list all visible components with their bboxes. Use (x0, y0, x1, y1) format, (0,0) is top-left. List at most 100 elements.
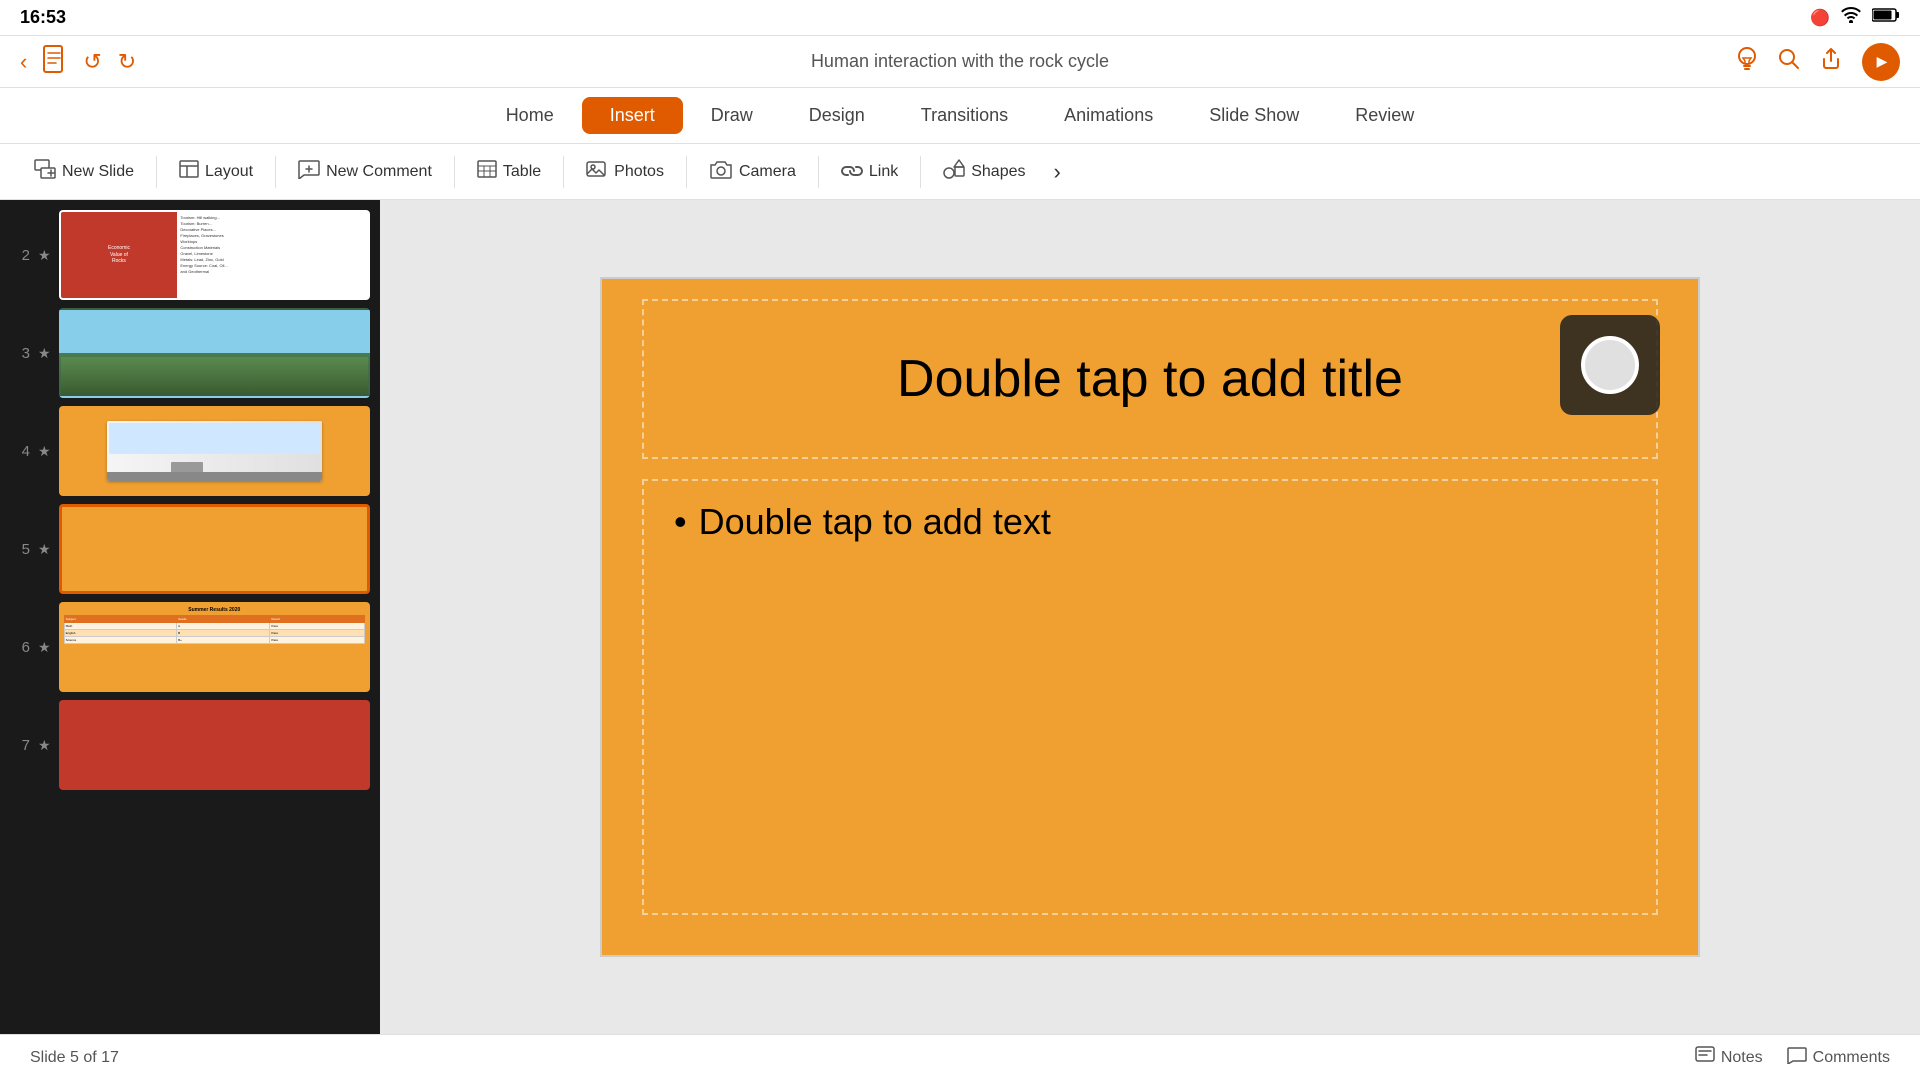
slide-number-2: 2 (10, 247, 30, 264)
slide-star-5: ★ (38, 541, 51, 558)
toolbar: New Slide Layout New Comment Table Photo… (0, 144, 1920, 200)
new-comment-label: New Comment (326, 163, 432, 181)
comments-icon (1787, 1046, 1807, 1069)
slide-star-4: ★ (38, 443, 51, 460)
status-icons: 🔴 (1810, 7, 1900, 28)
bullet-icon: • (674, 501, 687, 543)
bulb-icon[interactable] (1736, 46, 1758, 78)
new-slide-label: New Slide (62, 163, 134, 181)
separator-7 (920, 156, 921, 188)
slide-star-7: ★ (38, 737, 51, 754)
tab-navigation: Home Insert Draw Design Transitions Anim… (0, 88, 1920, 144)
slide-thumb-7[interactable] (59, 700, 370, 790)
slide-number-4: 4 (10, 443, 30, 460)
table-icon (477, 160, 497, 184)
tab-review[interactable]: Review (1327, 97, 1442, 134)
play-button[interactable] (1862, 43, 1900, 81)
slide-title-placeholder: Double tap to add title (897, 349, 1403, 409)
slide-count: Slide 5 of 17 (30, 1049, 119, 1067)
title-bar-right (1736, 43, 1900, 81)
bottom-bar: Slide 5 of 17 Notes Comments (0, 1034, 1920, 1080)
slide-thumb-4[interactable] (59, 406, 370, 496)
share-icon[interactable] (1820, 48, 1842, 76)
status-time: 16:53 (20, 7, 66, 28)
shapes-label: Shapes (971, 163, 1025, 181)
tab-animations[interactable]: Animations (1036, 97, 1181, 134)
slide-thumb-2[interactable]: EconomicValue ofRocks Tourism: Hill walk… (59, 210, 370, 300)
link-button[interactable]: Link (827, 154, 912, 189)
notes-icon (1695, 1046, 1715, 1069)
more-button[interactable]: › (1043, 153, 1070, 191)
comments-button[interactable]: Comments (1787, 1046, 1890, 1069)
undo-icon[interactable]: ↺ (83, 49, 101, 75)
tab-transitions[interactable]: Transitions (893, 97, 1036, 134)
shapes-button[interactable]: Shapes (929, 153, 1039, 191)
tab-draw[interactable]: Draw (683, 97, 781, 134)
photos-icon (586, 159, 608, 185)
slide-content-placeholder: Double tap to add text (699, 501, 1051, 543)
slide-item-5[interactable]: 5 ★ (10, 504, 370, 594)
separator-5 (686, 156, 687, 188)
canvas-area: Double tap to add title • Double tap to … (380, 200, 1920, 1034)
notes-button[interactable]: Notes (1695, 1046, 1763, 1069)
slide-star-3: ★ (38, 345, 51, 362)
photos-label: Photos (614, 163, 664, 181)
title-bar: ‹ ↺ ↻ Human interaction with the rock cy… (0, 36, 1920, 88)
slide-star-6: ★ (38, 639, 51, 656)
battery-icon (1872, 7, 1900, 28)
comments-label: Comments (1813, 1049, 1890, 1067)
tab-design[interactable]: Design (781, 97, 893, 134)
bottom-actions: Notes Comments (1695, 1046, 1890, 1069)
slide-star-2: ★ (38, 247, 51, 264)
table-button[interactable]: Table (463, 154, 555, 190)
link-icon (841, 160, 863, 183)
tab-insert[interactable]: Insert (582, 97, 683, 134)
separator-1 (156, 156, 157, 188)
record-icon: 🔴 (1810, 8, 1830, 28)
title-bar-title: Human interaction with the rock cycle (811, 51, 1109, 72)
slide-item-4[interactable]: 4 ★ (10, 406, 370, 496)
shapes-icon (943, 159, 965, 185)
separator-2 (275, 156, 276, 188)
back-icon[interactable]: ‹ (20, 49, 27, 75)
slide-number-3: 3 (10, 345, 30, 362)
camera-icon (709, 159, 733, 185)
file-icon[interactable] (43, 45, 67, 79)
table-label: Table (503, 163, 541, 181)
camera-button[interactable]: Camera (695, 153, 810, 191)
slide-content-box[interactable]: • Double tap to add text (642, 479, 1658, 915)
layout-button[interactable]: Layout (165, 154, 267, 190)
search-icon[interactable] (1778, 48, 1800, 76)
slide-item-7[interactable]: 7 ★ (10, 700, 370, 790)
separator-4 (563, 156, 564, 188)
new-slide-button[interactable]: New Slide (20, 153, 148, 191)
layout-label: Layout (205, 163, 253, 181)
separator-6 (818, 156, 819, 188)
separator-3 (454, 156, 455, 188)
redo-icon[interactable]: ↻ (118, 49, 136, 75)
slide-number-5: 5 (10, 541, 30, 558)
slide-thumb-5[interactable] (59, 504, 370, 594)
status-bar: 16:53 🔴 (0, 0, 1920, 36)
new-comment-icon (298, 159, 320, 185)
slide-panel: 2 ★ EconomicValue ofRocks Tourism: Hill … (0, 200, 380, 1034)
tab-home[interactable]: Home (478, 97, 582, 134)
notes-label: Notes (1721, 1049, 1763, 1067)
slide-thumb-3[interactable] (59, 308, 370, 398)
photos-button[interactable]: Photos (572, 153, 678, 191)
slide-canvas[interactable]: Double tap to add title • Double tap to … (600, 277, 1700, 957)
main-area: 2 ★ EconomicValue ofRocks Tourism: Hill … (0, 200, 1920, 1034)
slide-title-box[interactable]: Double tap to add title (642, 299, 1658, 459)
wifi-icon (1840, 7, 1862, 28)
camera-feed (1581, 336, 1639, 394)
new-comment-button[interactable]: New Comment (284, 153, 446, 191)
layout-icon (179, 160, 199, 184)
slide-thumb-6[interactable]: Summer Results 2020 Subject Grade Result… (59, 602, 370, 692)
slide-item-6[interactable]: 6 ★ Summer Results 2020 Subject Grade Re… (10, 602, 370, 692)
title-bar-left: ‹ ↺ ↻ (20, 45, 136, 79)
slide-item-2[interactable]: 2 ★ EconomicValue ofRocks Tourism: Hill … (10, 210, 370, 300)
tab-slideshow[interactable]: Slide Show (1181, 97, 1327, 134)
slide-number-6: 6 (10, 639, 30, 656)
slide-item-3[interactable]: 3 ★ (10, 308, 370, 398)
camera-label: Camera (739, 163, 796, 181)
